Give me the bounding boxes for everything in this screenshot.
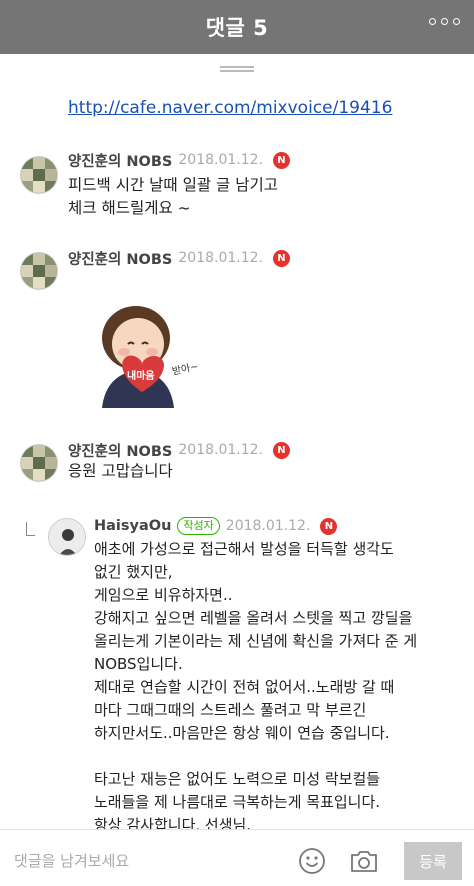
- comment-author[interactable]: 양진훈의 NOBS: [68, 248, 172, 269]
- app-header: 댓글 5: [0, 0, 474, 54]
- sticker-image[interactable]: 내마음 받아~: [84, 300, 204, 408]
- sticker-side-text: 받아~: [171, 360, 200, 377]
- post-link[interactable]: http://cafe.naver.com/mixvoice/19416: [68, 98, 392, 118]
- emoji-icon[interactable]: [298, 847, 326, 875]
- new-badge: N: [320, 517, 338, 535]
- avatar[interactable]: [20, 444, 58, 482]
- new-badge: N: [272, 249, 290, 267]
- reply-indicator-icon: [26, 522, 35, 536]
- reply-date: 2018.01.12.: [225, 518, 311, 534]
- avatar[interactable]: [48, 518, 86, 556]
- new-badge: N: [272, 151, 290, 169]
- comment-date: 2018.01.12.: [178, 152, 263, 168]
- comment-text: 피드백 시간 날때 일괄 글 남기고 체크 해드릴게요 ~: [68, 176, 279, 217]
- new-badge: N: [272, 441, 290, 459]
- comment-date: 2018.01.12.: [178, 250, 263, 266]
- submit-button[interactable]: 등록: [404, 842, 462, 880]
- comment-author[interactable]: 양진훈의 NOBS: [68, 150, 172, 171]
- reply-text: 애초에 가성으로 접근해서 발성을 터득할 생각도 없긴 했지만, 게임으로 비…: [94, 540, 418, 834]
- comment-input-bar: 댓글을 남겨보세요 등록: [0, 830, 474, 886]
- reply-author[interactable]: HaisyaOu: [94, 518, 171, 534]
- comment-text: 응원 고맙습니다: [68, 462, 173, 480]
- avatar[interactable]: [20, 252, 58, 290]
- camera-icon[interactable]: [349, 848, 379, 874]
- drag-handle[interactable]: [220, 66, 254, 72]
- comment-meta: 양진훈의 NOBS 2018.01.12. N: [68, 150, 290, 170]
- comment-meta: 양진훈의 NOBS 2018.01.12. N: [68, 248, 290, 268]
- more-icon[interactable]: [429, 18, 460, 25]
- avatar[interactable]: [20, 156, 58, 194]
- comment-meta: 양진훈의 NOBS 2018.01.12. N: [68, 440, 290, 460]
- comment-input[interactable]: 댓글을 남겨보세요: [14, 850, 129, 871]
- page-title: 댓글 5: [205, 16, 269, 40]
- comment-date: 2018.01.12.: [178, 442, 263, 458]
- comment-author[interactable]: 양진훈의 NOBS: [68, 440, 172, 461]
- reply-meta: HaisyaOu 작성자 2018.01.12. N: [94, 516, 338, 536]
- writer-badge: 작성자: [177, 517, 220, 535]
- sticker-heart-text: 내마음: [127, 369, 155, 382]
